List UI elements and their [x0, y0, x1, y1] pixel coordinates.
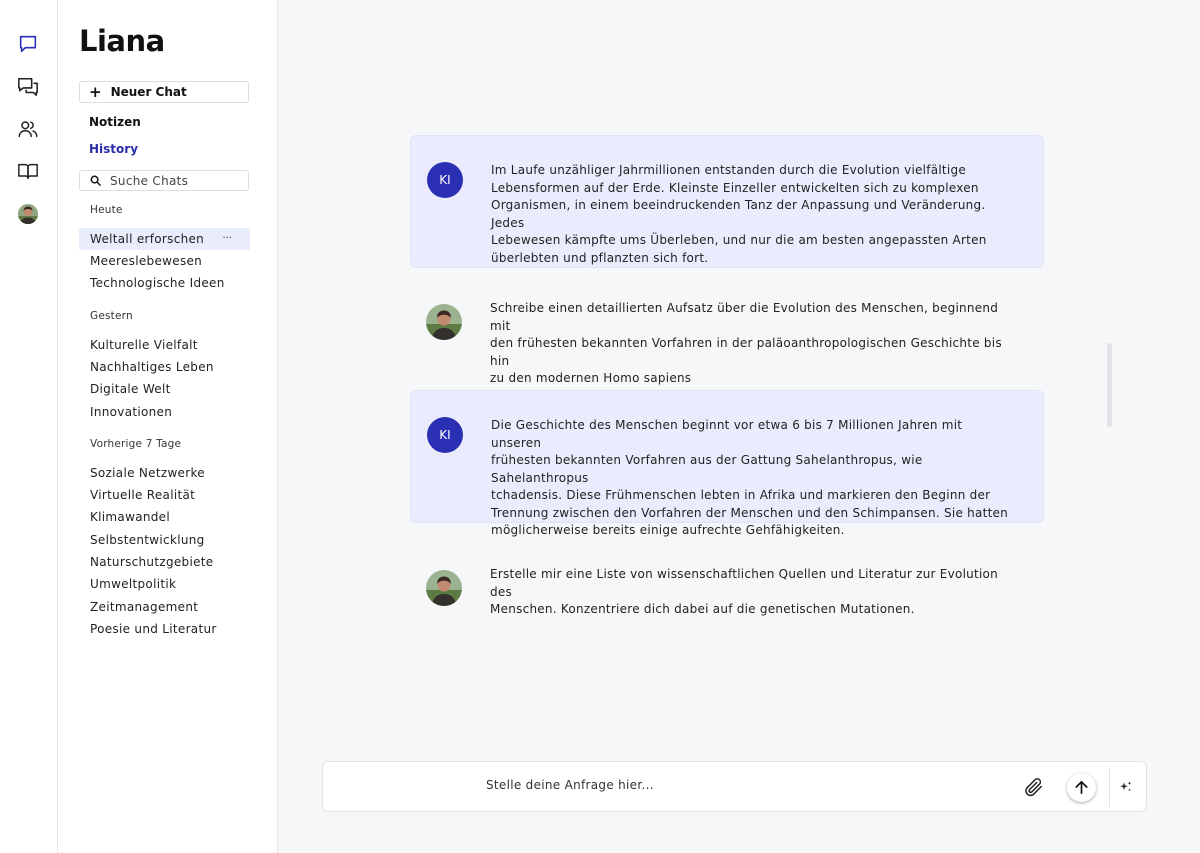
chat-bubble-icon[interactable] [17, 33, 39, 55]
chat-item[interactable]: Virtuelle Realität [79, 484, 250, 506]
chats-icon[interactable] [17, 76, 39, 98]
user-message: Erstelle mir eine Liste von wissenschaft… [410, 556, 1044, 616]
chat-item[interactable]: Digitale Welt [79, 378, 250, 400]
chat-item[interactable]: Soziale Netzwerke [79, 462, 250, 484]
message-text: Die Geschichte des Menschen beginnt vor … [491, 418, 1009, 537]
chat-item[interactable]: Selbstentwicklung [79, 529, 250, 551]
group-label-today: Heute [90, 204, 123, 216]
group-label-yesterday: Gestern [90, 310, 133, 322]
users-icon[interactable] [17, 118, 39, 140]
arrow-up-icon [1075, 780, 1088, 795]
chat-item[interactable]: Weltall erforschen ··· [79, 228, 250, 250]
prompt-input[interactable] [486, 778, 986, 792]
plus-icon: + [89, 82, 102, 101]
nav-history[interactable]: History [89, 142, 138, 156]
chat-item[interactable]: Klimawandel [79, 506, 250, 528]
nav-notes[interactable]: Notizen [89, 115, 141, 129]
new-chat-label: Neuer Chat [110, 85, 187, 99]
chat-item[interactable]: Technologische Ideen [79, 272, 250, 294]
user-avatar[interactable] [17, 203, 39, 225]
send-button[interactable] [1067, 773, 1096, 802]
more-options-icon[interactable]: ··· [222, 233, 232, 244]
composer [322, 761, 1147, 812]
chat-item[interactable]: Nachhaltiges Leben [79, 356, 250, 378]
chat-item[interactable]: Poesie und Literatur [79, 618, 250, 640]
sparkle-icon[interactable] [1119, 780, 1133, 794]
icon-rail [0, 0, 58, 853]
chat-item[interactable]: Umweltpolitik [79, 573, 250, 595]
brand-title: Liana [79, 24, 165, 58]
user-avatar [426, 304, 462, 340]
scrollbar-thumb[interactable] [1107, 343, 1112, 427]
paperclip-icon[interactable] [1023, 776, 1045, 798]
chat-item[interactable]: Kulturelle Vielfalt [79, 334, 250, 356]
message-text: Im Laufe unzähliger Jahrmillionen entsta… [491, 163, 987, 265]
new-chat-button[interactable]: + Neuer Chat [79, 81, 249, 103]
ai-avatar: KI [427, 417, 463, 453]
composer-divider [1109, 767, 1110, 807]
chat-item[interactable]: Zeitmanagement [79, 596, 250, 618]
user-avatar [426, 570, 462, 606]
search-icon [90, 175, 101, 186]
message-text: Erstelle mir eine Liste von wissenschaft… [490, 567, 998, 616]
sidebar: Liana + Neuer Chat Notizen History Heute… [58, 0, 278, 853]
chat-item[interactable]: Meereslebewesen [79, 250, 250, 272]
search-box [79, 170, 249, 191]
ai-message: KI Die Geschichte des Menschen beginnt v… [410, 390, 1044, 537]
chat-item-label: Weltall erforschen [90, 232, 205, 246]
search-input[interactable] [110, 173, 240, 188]
ai-avatar: KI [427, 162, 463, 198]
ai-message: KI Im Laufe unzähliger Jahrmillionen ent… [410, 135, 1044, 268]
message-text: Schreibe einen detaillierten Aufsatz übe… [490, 301, 1002, 385]
group-label-previous-7-days: Vorherige 7 Tage [90, 438, 182, 450]
chat-item[interactable]: Innovationen [79, 401, 250, 423]
user-message: Schreibe einen detaillierten Aufsatz übe… [410, 290, 1044, 385]
chat-item[interactable]: Naturschutzgebiete [79, 551, 250, 573]
book-icon[interactable] [17, 160, 39, 182]
